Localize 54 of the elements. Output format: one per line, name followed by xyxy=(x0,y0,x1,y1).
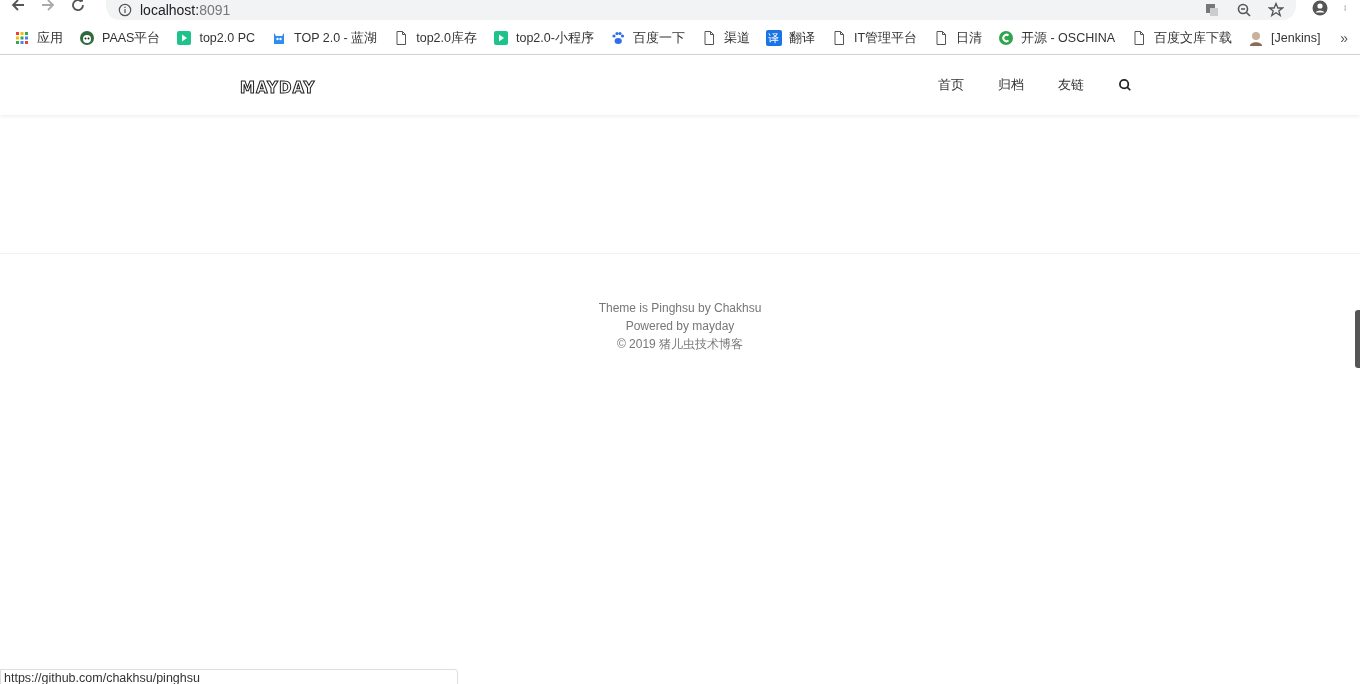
bookmark[interactable]: top2.0库存 xyxy=(393,29,477,47)
translate-icon: 译 xyxy=(765,30,782,46)
more-bookmarks-button[interactable]: » xyxy=(1340,30,1348,46)
page-icon xyxy=(933,30,949,46)
bookmark-label: [Jenkins] xyxy=(1271,31,1321,45)
star-icon[interactable] xyxy=(1268,2,1284,18)
bookmark-label: TOP 2.0 - 蓝湖 xyxy=(294,29,378,47)
bookmark[interactable]: 译 翻译 xyxy=(765,29,815,47)
bookmark-label: 百度一下 xyxy=(632,29,685,47)
bookmark-label: 渠道 xyxy=(723,29,750,47)
scrollbar-thumb[interactable] xyxy=(1355,310,1360,368)
account-icon[interactable] xyxy=(1312,0,1328,16)
bookmark-label: 翻译 xyxy=(788,29,815,47)
bookmark[interactable]: 日清 xyxy=(933,29,982,47)
bookmark-label: 应用 xyxy=(37,29,63,47)
bookmark[interactable]: PAAS平台 xyxy=(79,29,161,47)
bookmark-label: top2.0-小程序 xyxy=(516,29,594,47)
avatar-icon xyxy=(1248,30,1265,46)
back-icon[interactable] xyxy=(10,0,26,13)
zoom-icon[interactable] xyxy=(1236,2,1252,18)
bookmark-label: PAAS平台 xyxy=(102,29,161,47)
bookmark-label: 日清 xyxy=(956,29,982,47)
bookmark-label: top2.0 PC xyxy=(199,31,255,45)
bookmark[interactable]: top2.0-小程序 xyxy=(493,29,594,47)
bookmark-label: 百度文库下载 xyxy=(1154,29,1233,47)
bookmark[interactable]: 百度文库下载 xyxy=(1131,29,1233,47)
apps-grid-icon xyxy=(14,30,30,46)
bookmark[interactable]: 百度一下 xyxy=(609,29,685,47)
reload-icon[interactable] xyxy=(70,0,86,13)
bookmark-label: 开源 - OSCHINA xyxy=(1021,29,1116,47)
search-icon[interactable] xyxy=(1118,78,1132,92)
nav-link[interactable]: 首页 xyxy=(938,76,964,94)
bookmark[interactable]: top2.0 PC xyxy=(176,30,255,46)
bookmark[interactable]: 渠道 xyxy=(700,29,750,47)
address-bar[interactable]: localhost:8091 xyxy=(106,0,1296,20)
bookmark[interactable]: IT管理平台 xyxy=(830,29,917,47)
c-logo-icon xyxy=(998,30,1014,46)
play-icon xyxy=(493,30,509,46)
play-icon xyxy=(176,30,193,46)
nav-link[interactable]: 友链 xyxy=(1058,76,1084,94)
bookmark[interactable]: [Jenkins] xyxy=(1248,30,1321,46)
bookmark-label: IT管理平台 xyxy=(853,29,917,47)
info-icon xyxy=(118,3,132,17)
bookmark[interactable]: 应用 xyxy=(14,29,63,47)
footer-text: Powered by mayday xyxy=(625,318,735,334)
bookmark[interactable]: 开源 - OSCHINA xyxy=(998,29,1116,47)
status-url: https://github.com/chakhsu/pinghsu xyxy=(0,669,458,684)
bookmark-label: top2.0库存 xyxy=(416,29,477,47)
footer-text: Theme is Pinghsu by Chakhsu xyxy=(598,300,762,316)
bookmark[interactable]: TOP 2.0 - 蓝湖 xyxy=(271,29,378,47)
site-logo[interactable]: MAYDAY xyxy=(240,79,316,97)
nav-link[interactable]: 归档 xyxy=(998,76,1024,94)
footer-text: © 2019 猪儿虫技术博客 xyxy=(616,336,744,352)
url-text: localhost:8091 xyxy=(140,2,231,18)
